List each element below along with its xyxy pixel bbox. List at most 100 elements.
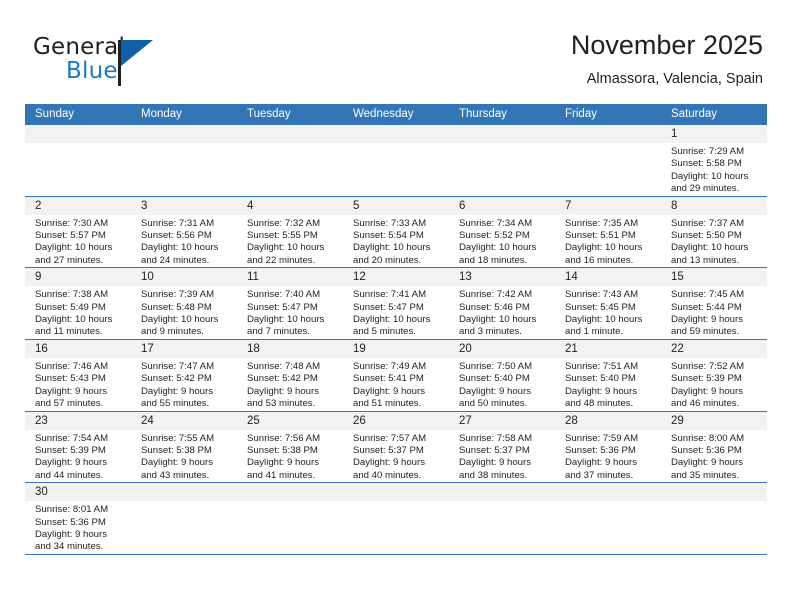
- daylight-text: Daylight: 9 hours: [141, 457, 213, 469]
- sunrise-text: Sunrise: 7:34 AM: [459, 217, 533, 229]
- day-cell[interactable]: 5 Sunrise: 7:33 AM Sunset: 5:54 PM Daylight…: [343, 195, 449, 268]
- daylight-text: and 48 minutes.: [565, 398, 634, 410]
- daylight-text: and 51 minutes.: [353, 398, 422, 410]
- sunrise-text: Sunrise: 7:29 AM: [671, 146, 745, 157]
- day-details: Sunrise: 7:41 AM Sunset: 5:47 PM Daylight:…: [343, 286, 449, 339]
- daylight-text: and 38 minutes.: [459, 469, 528, 481]
- sunrise-text: Sunrise: 7:45 AM: [671, 289, 745, 301]
- day-details: Sunrise: 7:30 AM Sunset: 5:57 PM Daylight:…: [25, 215, 131, 268]
- sunrise-text: Sunrise: 7:56 AM: [247, 432, 321, 444]
- sunrise-text: Sunrise: 7:57 AM: [353, 432, 427, 444]
- day-cell[interactable]: 10 Sunrise: 7:39 AM Sunset: 5:48 PM Dayligh…: [131, 267, 237, 340]
- page-subtitle: Almassora, Valencia, Spain: [586, 71, 763, 87]
- day-cell[interactable]: 14 Sunrise: 7:43 AM Sunset: 5:45 PM Dayligh…: [555, 267, 661, 340]
- day-cell[interactable]: 3 Sunrise: 7:31 AM Sunset: 5:56 PM Daylight…: [131, 195, 237, 268]
- day-number: [25, 125, 131, 143]
- sunset-text: Sunset: 5:37 PM: [353, 444, 424, 456]
- day-details: Sunrise: 7:46 AM Sunset: 5:43 PM Daylight:…: [25, 358, 131, 411]
- day-details: Sunrise: 7:32 AM Sunset: 5:55 PM Daylight:…: [237, 215, 343, 268]
- day-cell[interactable]: 7 Sunrise: 7:35 AM Sunset: 5:51 PM Daylight…: [555, 195, 661, 268]
- day-cell-empty: [237, 125, 343, 197]
- day-cell[interactable]: 9 Sunrise: 7:38 AM Sunset: 5:49 PM Daylight…: [25, 267, 131, 340]
- daylight-text: and 46 minutes.: [671, 398, 740, 410]
- day-cell-empty: [131, 482, 237, 554]
- sunrise-text: Sunrise: 7:51 AM: [565, 360, 639, 372]
- day-number: 13: [449, 268, 555, 287]
- sunrise-text: Sunrise: 7:39 AM: [141, 289, 215, 301]
- day-details: Sunrise: 7:35 AM Sunset: 5:51 PM Daylight:…: [555, 215, 661, 268]
- calendar-week-row: 30 Sunrise: 8:01 AM Sunset: 5:36 PM Dayligh…: [25, 482, 767, 554]
- day-cell[interactable]: 20 Sunrise: 7:50 AM Sunset: 5:40 PM Dayligh…: [449, 338, 555, 411]
- day-number: 14: [555, 268, 661, 287]
- day-number: 15: [661, 268, 767, 287]
- sunset-text: Sunset: 5:50 PM: [671, 230, 742, 242]
- day-cell-empty: [449, 482, 555, 554]
- day-cell[interactable]: 29 Sunrise: 8:00 AM Sunset: 5:36 PM Dayligh…: [661, 410, 767, 483]
- sunrise-text: Sunrise: 8:01 AM: [35, 504, 109, 516]
- day-cell[interactable]: 11 Sunrise: 7:40 AM Sunset: 5:47 PM Dayligh…: [237, 267, 343, 340]
- calendar-header-row: Sunday Monday Tuesday Wednesday Thursday Frid…: [25, 104, 767, 125]
- day-cell[interactable]: 24 Sunrise: 7:55 AM Sunset: 5:38 PM Dayligh…: [131, 410, 237, 483]
- day-cell[interactable]: 19 Sunrise: 7:49 AM Sunset: 5:41 PM Dayligh…: [343, 338, 449, 411]
- day-cell-empty: [237, 482, 343, 554]
- day-cell[interactable]: 8 Sunrise: 7:37 AM Sunset: 5:50 PM Daylight…: [661, 195, 767, 268]
- day-details: [237, 501, 343, 504]
- day-details: Sunrise: 7:50 AM Sunset: 5:40 PM Daylight:…: [449, 358, 555, 411]
- day-cell[interactable]: 28 Sunrise: 7:59 AM Sunset: 5:36 PM Dayligh…: [555, 410, 661, 483]
- daylight-text: Daylight: 9 hours: [35, 385, 107, 397]
- daylight-text: and 41 minutes.: [247, 469, 316, 481]
- day-cell[interactable]: 25 Sunrise: 7:56 AM Sunset: 5:38 PM Dayligh…: [237, 410, 343, 483]
- daylight-text: Daylight: 9 hours: [671, 385, 743, 397]
- day-cell[interactable]: 2 Sunrise: 7:30 AM Sunset: 5:57 PM Daylight…: [25, 195, 131, 268]
- day-cell[interactable]: 16 Sunrise: 7:46 AM Sunset: 5:43 PM Dayligh…: [25, 338, 131, 411]
- day-number: 8: [661, 196, 767, 215]
- day-cell[interactable]: 1 Sunrise: 7:29 AM Sunset: 5:58 PM Daylight…: [661, 125, 767, 197]
- sunrise-text: Sunrise: 7:48 AM: [247, 360, 321, 372]
- daylight-text: and 24 minutes.: [141, 254, 210, 266]
- daylight-text: Daylight: 10 hours: [671, 170, 749, 182]
- day-number: 26: [343, 411, 449, 430]
- day-cell[interactable]: 27 Sunrise: 7:58 AM Sunset: 5:37 PM Dayligh…: [449, 410, 555, 483]
- day-cell[interactable]: 17 Sunrise: 7:47 AM Sunset: 5:42 PM Dayligh…: [131, 338, 237, 411]
- daylight-text: and 40 minutes.: [353, 469, 422, 481]
- day-details: Sunrise: 7:58 AM Sunset: 5:37 PM Daylight:…: [449, 430, 555, 483]
- daylight-text: Daylight: 10 hours: [353, 314, 431, 326]
- day-details: [661, 501, 767, 504]
- day-cell[interactable]: 4 Sunrise: 7:32 AM Sunset: 5:55 PM Daylight…: [237, 195, 343, 268]
- daylight-text: Daylight: 9 hours: [35, 457, 107, 469]
- day-cell[interactable]: 22 Sunrise: 7:52 AM Sunset: 5:39 PM Dayligh…: [661, 338, 767, 411]
- day-details: [449, 143, 555, 146]
- day-cell-empty: [343, 125, 449, 197]
- day-details: Sunrise: 7:52 AM Sunset: 5:39 PM Daylight:…: [661, 358, 767, 411]
- sunset-text: Sunset: 5:42 PM: [247, 373, 318, 385]
- daylight-text: and 59 minutes.: [671, 326, 740, 338]
- day-details: Sunrise: 8:00 AM Sunset: 5:36 PM Daylight:…: [661, 430, 767, 483]
- sunset-text: Sunset: 5:45 PM: [565, 301, 636, 313]
- day-cell[interactable]: 6 Sunrise: 7:34 AM Sunset: 5:52 PM Daylight…: [449, 195, 555, 268]
- day-cell[interactable]: 15 Sunrise: 7:45 AM Sunset: 5:44 PM Dayligh…: [661, 267, 767, 340]
- daylight-text: Daylight: 10 hours: [247, 242, 325, 254]
- daylight-text: Daylight: 9 hours: [353, 457, 425, 469]
- sunset-text: Sunset: 5:43 PM: [35, 373, 106, 385]
- day-cell[interactable]: 26 Sunrise: 7:57 AM Sunset: 5:37 PM Dayligh…: [343, 410, 449, 483]
- sunset-text: Sunset: 5:38 PM: [141, 444, 212, 456]
- sunset-text: Sunset: 5:55 PM: [247, 230, 318, 242]
- sunset-text: Sunset: 5:46 PM: [459, 301, 530, 313]
- daylight-text: Daylight: 10 hours: [565, 314, 643, 326]
- day-cell[interactable]: 23 Sunrise: 7:54 AM Sunset: 5:39 PM Dayligh…: [25, 410, 131, 483]
- day-cell[interactable]: 18 Sunrise: 7:48 AM Sunset: 5:42 PM Dayligh…: [237, 338, 343, 411]
- day-number: 3: [131, 196, 237, 215]
- daylight-text: Daylight: 9 hours: [459, 385, 531, 397]
- sunrise-text: Sunrise: 7:47 AM: [141, 360, 215, 372]
- day-number: 16: [25, 339, 131, 358]
- day-cell[interactable]: 30 Sunrise: 8:01 AM Sunset: 5:36 PM Dayligh…: [25, 482, 131, 554]
- general-blue-logo[interactable]: General Blue: [33, 34, 233, 96]
- day-cell[interactable]: 21 Sunrise: 7:51 AM Sunset: 5:40 PM Dayligh…: [555, 338, 661, 411]
- day-cell[interactable]: 12 Sunrise: 7:41 AM Sunset: 5:47 PM Dayligh…: [343, 267, 449, 340]
- sunrise-text: Sunrise: 7:42 AM: [459, 289, 533, 301]
- daylight-text: Daylight: 9 hours: [671, 314, 743, 326]
- day-cell[interactable]: 13 Sunrise: 7:42 AM Sunset: 5:46 PM Dayligh…: [449, 267, 555, 340]
- sunrise-text: Sunrise: 7:54 AM: [35, 432, 109, 444]
- sunrise-text: Sunrise: 7:31 AM: [141, 217, 215, 229]
- daylight-text: Daylight: 10 hours: [247, 314, 325, 326]
